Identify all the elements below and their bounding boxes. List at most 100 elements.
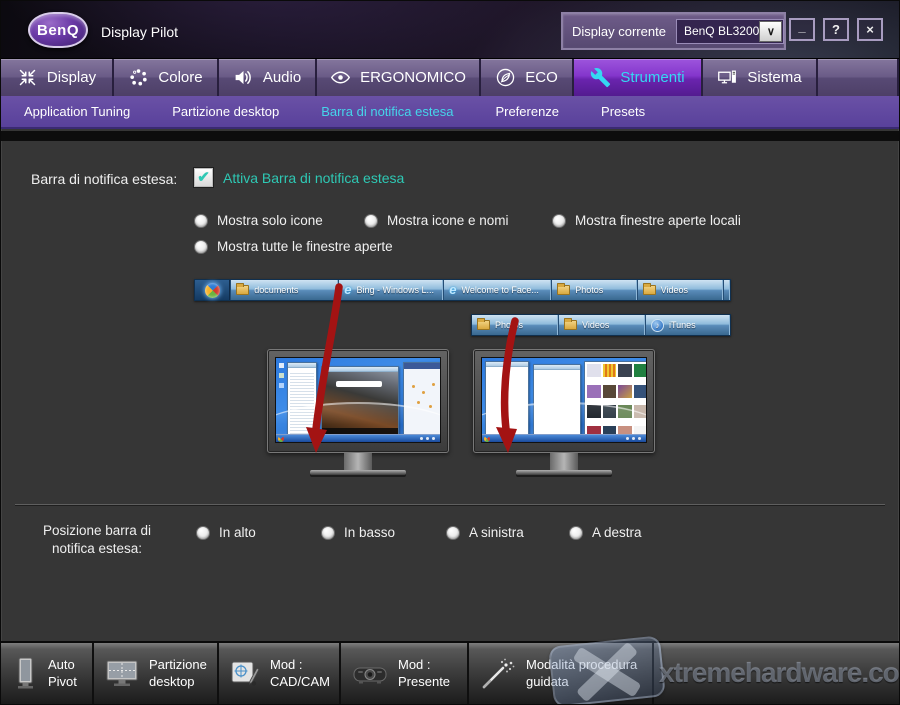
radio-mostra-icone-e-nomi[interactable]: Mostra icone e nomi: [364, 213, 509, 228]
desktop-icon: [279, 373, 284, 378]
benq-logo-text: BenQ: [37, 22, 79, 39]
mod-cadcam-button[interactable]: Mod : CAD/CAM: [219, 643, 341, 704]
toolbar-label: Mod : CAD/CAM: [270, 657, 336, 691]
modalita-procedura-guidata-button[interactable]: Modalità procedura guidata: [469, 643, 654, 704]
radio-in-basso[interactable]: In basso: [321, 525, 395, 540]
window-titlebar: [534, 365, 580, 370]
window-controls: _ ? ×: [789, 18, 883, 41]
partizione-desktop-button[interactable]: Partizione desktop: [94, 643, 219, 704]
window-titlebar: [486, 362, 528, 367]
radio-label: Mostra finestre aperte locali: [575, 213, 741, 228]
computer-icon: [717, 67, 738, 88]
tray-dot: [426, 437, 429, 440]
radio-mostra-tutte-le-finestre-aperte[interactable]: Mostra tutte le finestre aperte: [194, 239, 393, 254]
tab-ergonomico[interactable]: ERGONOMICO: [317, 59, 481, 96]
tab-audio[interactable]: Audio: [219, 59, 317, 96]
photo-tile: [587, 385, 601, 398]
wrench-icon: [590, 67, 611, 88]
tray-dot: [626, 437, 629, 440]
subtab-barra-di-notifica-estesa[interactable]: Barra di notifica estesa: [300, 104, 474, 119]
close-button[interactable]: ×: [857, 18, 883, 41]
tab-label: ECO: [525, 69, 558, 86]
taskbar-item: ♪ iTunes: [645, 315, 730, 335]
compress-arrows-icon: [17, 67, 38, 88]
photo-tile: [587, 364, 601, 377]
benq-logo: BenQ: [28, 12, 88, 48]
taskbar-item-label: documents: [254, 285, 298, 295]
photo-tile: [618, 364, 632, 377]
tab-label: Colore: [158, 69, 202, 86]
tab-label: Display: [47, 69, 96, 86]
windows-start-segment: [195, 280, 230, 300]
taskbar-item: Photos: [551, 280, 636, 300]
taskbar-item: Videos: [558, 315, 645, 335]
checkmark-icon: ✔: [197, 170, 210, 185]
auto-pivot-button[interactable]: Auto Pivot: [1, 643, 94, 704]
subtab-presets[interactable]: Presets: [580, 104, 666, 119]
tab-sistema[interactable]: Sistema: [703, 59, 818, 96]
map-dot: [422, 391, 425, 394]
dropdown-arrow-button[interactable]: ∨: [759, 21, 782, 42]
help-button[interactable]: ?: [823, 18, 849, 41]
taskbar-preview-main: documents e Bing - Windows L... e Welcom…: [194, 279, 731, 301]
screen-taskbar: [276, 434, 440, 442]
windows-orb-icon: [278, 436, 284, 442]
subtab-partizione-desktop[interactable]: Partizione desktop: [151, 104, 300, 119]
toolbar-label: Mod : Presente: [398, 657, 464, 691]
taskbar-item-label: Videos: [661, 285, 688, 295]
app-title: Display Pilot: [101, 24, 178, 40]
search-bar: [336, 381, 382, 387]
map-dot: [429, 405, 432, 408]
speaker-icon: [233, 67, 254, 88]
map-dot: [412, 385, 415, 388]
radio-a-sinistra[interactable]: A sinistra: [446, 525, 524, 540]
left-monitor-neck: [344, 453, 372, 470]
radio-label: A sinistra: [469, 525, 524, 540]
subtab-preferenze[interactable]: Preferenze: [474, 104, 580, 119]
photo-tile: [618, 385, 632, 398]
minimize-button[interactable]: _: [789, 18, 815, 41]
sub-tab-bar: Application Tuning Partizione desktop Ba…: [1, 96, 899, 129]
enable-checkbox[interactable]: ✔: [193, 167, 214, 188]
bottom-toolbar: Auto Pivot Partizione desktop Mod : CAD/…: [1, 641, 899, 705]
taskbar-item-label: Photos: [575, 285, 603, 295]
display-selector-panel: Display corrente BenQ BL3200 ∨: [561, 12, 786, 50]
taskbar-item: e Welcome to Face...: [443, 280, 551, 300]
photo-tile: [603, 364, 617, 377]
folder-icon: [236, 285, 249, 295]
radio-in-alto[interactable]: In alto: [196, 525, 256, 540]
help-icon: ?: [832, 22, 840, 37]
map-dot: [432, 383, 435, 386]
tray-dot: [638, 437, 641, 440]
magic-wand-icon: [480, 657, 516, 691]
radio-label: In basso: [344, 525, 395, 540]
itunes-icon: ♪: [651, 319, 664, 332]
display-selector-label: Display corrente: [572, 24, 666, 39]
tab-label: ERGONOMICO: [360, 69, 466, 86]
taskbar-item: Photos: [472, 315, 558, 335]
taskbar-item-label: Welcome to Face...: [462, 285, 539, 295]
radio-a-destra[interactable]: A destra: [569, 525, 642, 540]
chevron-down-icon: ∨: [767, 25, 775, 38]
tab-eco[interactable]: ECO: [481, 59, 574, 96]
left-monitor-illustration: [267, 349, 449, 453]
radio-mostra-solo-icone[interactable]: Mostra solo icone: [194, 213, 323, 228]
tab-label: Strumenti: [620, 69, 684, 86]
taskbar-item-label: Photos: [495, 320, 523, 330]
display-selector-dropdown[interactable]: BenQ BL3200 ∨: [676, 19, 784, 44]
mod-presente-button[interactable]: Mod : Presente: [341, 643, 469, 704]
close-icon: ×: [866, 22, 874, 37]
windows-orb-icon: [205, 283, 220, 298]
enable-checkbox-label[interactable]: Attiva Barra di notifica estesa: [223, 170, 404, 186]
subtab-application-tuning[interactable]: Application Tuning: [3, 104, 151, 119]
itunes-icon: ♪: [729, 284, 730, 297]
taskbar-item: Videos: [637, 280, 723, 300]
taskbar-item: ♪ iTunes: [723, 280, 730, 300]
tab-colore[interactable]: Colore: [114, 59, 219, 96]
tab-display[interactable]: Display: [1, 59, 114, 96]
tab-strumenti[interactable]: Strumenti: [574, 59, 703, 96]
right-monitor-base: [516, 470, 612, 475]
color-dots-icon: [128, 67, 149, 88]
facebook-header: [404, 363, 441, 369]
radio-mostra-finestre-aperte-locali[interactable]: Mostra finestre aperte locali: [552, 213, 741, 228]
